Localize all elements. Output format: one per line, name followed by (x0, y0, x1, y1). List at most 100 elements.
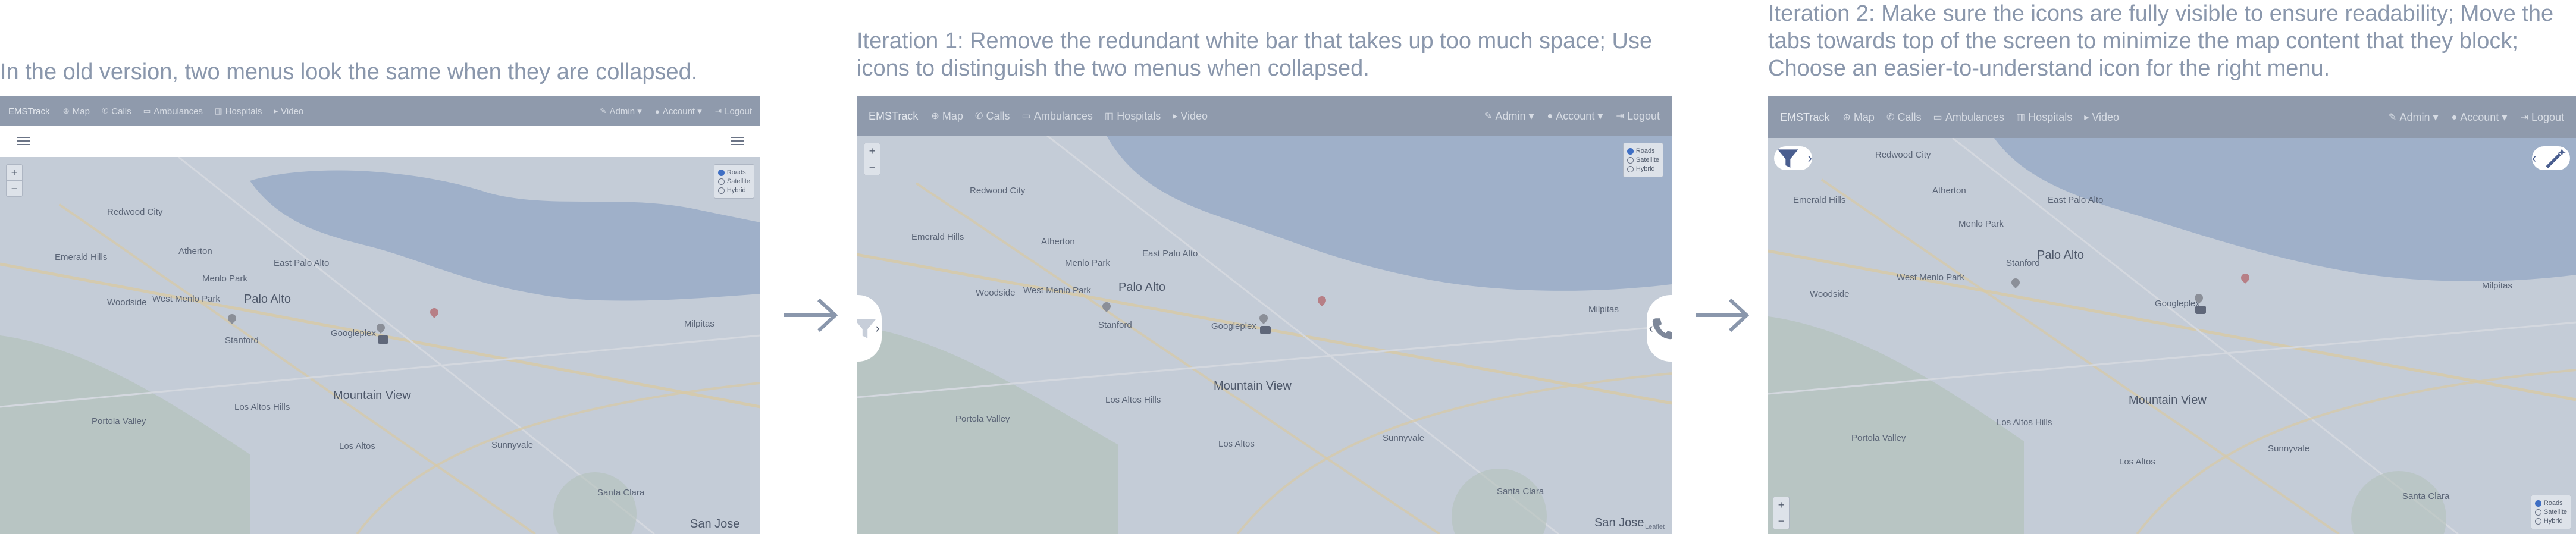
layer-option-roads[interactable]: Roads (2534, 500, 2567, 507)
ambulance-icon: ▭ (1933, 112, 1942, 123)
right-menu-tab[interactable]: ‹ (2532, 146, 2570, 170)
nav-calls[interactable]: ✆ Calls (102, 106, 131, 117)
nav-hospitals[interactable]: ▥ Hospitals (1105, 110, 1161, 123)
nav-ambulances[interactable]: ▭ Ambulances (1022, 110, 1093, 123)
map-label: Palo Alto (2037, 249, 2084, 262)
caption-iteration-1: Iteration 1: Remove the redundant white … (857, 29, 1653, 81)
map[interactable]: › ‹ + − Roads Satellite Hybrid Redwood C… (1768, 138, 2576, 534)
map-label: Stanford (2006, 258, 2040, 268)
brand-logo[interactable]: EMSTrack (8, 106, 49, 117)
nav-account[interactable]: ● Account ▾ (1547, 110, 1603, 123)
map-label: Emerald Hills (55, 252, 108, 262)
globe-icon: ⊕ (1842, 112, 1851, 123)
logout-icon: ⇥ (714, 106, 722, 115)
map-label: Los Altos (1218, 439, 1255, 449)
map-label: Mountain View (333, 389, 411, 402)
nav-map[interactable]: ⊕ Map (62, 106, 90, 117)
nav-video[interactable]: ▸ Video (2084, 111, 2119, 124)
phone-icon (1652, 318, 1672, 340)
nav-hospitals[interactable]: ▥ Hospitals (215, 106, 262, 117)
nav-logout[interactable]: ⇥ Logout (715, 106, 752, 117)
nav-logout[interactable]: ⇥ Logout (1616, 110, 1660, 123)
nav-calls[interactable]: ✆ Calls (975, 110, 1010, 123)
radio-icon (717, 187, 725, 194)
video-icon: ▸ (274, 106, 278, 115)
zoom-control[interactable]: + − (1773, 497, 1790, 529)
map-label: Redwood City (970, 186, 1026, 196)
layer-option-roads[interactable]: Roads (1627, 147, 1659, 155)
zoom-out-button[interactable]: − (1773, 513, 1789, 529)
zoom-out-button[interactable]: − (864, 159, 880, 175)
brand-logo[interactable]: EMSTrack (869, 110, 918, 123)
map-label: Santa Clara (2402, 491, 2450, 501)
ambulance-marker-icon[interactable] (1260, 326, 1271, 334)
ambulance-marker-icon[interactable] (2195, 306, 2206, 314)
radio-icon (2534, 500, 2541, 507)
video-icon: ▸ (2084, 112, 2089, 123)
brand-logo[interactable]: EMSTrack (1780, 111, 1829, 124)
map-label: Mountain View (2129, 394, 2207, 407)
nav-ambulances[interactable]: ▭ Ambulances (143, 106, 203, 117)
zoom-in-button[interactable]: + (864, 143, 880, 159)
nav-account[interactable]: ● Account ▾ (655, 106, 702, 117)
ambulance-icon: ▭ (1021, 111, 1031, 121)
layer-selector[interactable]: Roads Satellite Hybrid (1622, 143, 1663, 177)
map-label: East Palo Alto (1142, 249, 1198, 259)
map-label: Milpitas (2482, 281, 2512, 291)
map-label: Sunnyvale (491, 440, 534, 450)
nav-logout[interactable]: ⇥ Logout (2520, 111, 2564, 124)
layer-option-satellite[interactable]: Satellite (1627, 156, 1659, 164)
chevron-left-icon: ‹ (2532, 150, 2537, 165)
map-label: Palo Alto (1118, 281, 1165, 294)
layer-option-hybrid[interactable]: Hybrid (717, 187, 750, 194)
nav-video[interactable]: ▸ Video (1173, 110, 1208, 123)
video-icon: ▸ (1173, 111, 1178, 121)
wrench-icon: ✎ (1484, 111, 1493, 121)
nav-calls[interactable]: ✆ Calls (1886, 111, 1922, 124)
map[interactable]: + − Roads Satellite Hybrid Redwood City … (857, 136, 1672, 534)
map-label: Los Altos Hills (1997, 418, 2052, 428)
nav-admin[interactable]: ✎ Admin ▾ (600, 106, 642, 117)
globe-icon: ⊕ (931, 111, 939, 121)
map-label: Los Altos (2119, 457, 2155, 467)
map-label: West Menlo Park (1023, 285, 1091, 296)
nav-account[interactable]: ● Account ▾ (2452, 111, 2508, 124)
nav-ambulances[interactable]: ▭ Ambulances (1933, 111, 2004, 124)
map-label: Sunnyvale (2268, 444, 2310, 454)
zoom-control[interactable]: + − (6, 164, 23, 197)
nav-video[interactable]: ▸ Video (274, 106, 303, 117)
map-attribution[interactable]: Leaflet (1645, 523, 1665, 531)
zoom-in-button[interactable]: + (7, 165, 22, 181)
nav-admin[interactable]: ✎ Admin ▾ (1484, 110, 1534, 123)
phone-icon: ✆ (101, 106, 109, 115)
nav-map[interactable]: ⊕ Map (931, 110, 963, 123)
radio-icon (717, 178, 725, 185)
nav-map[interactable]: ⊕ Map (1842, 111, 1875, 124)
zoom-in-button[interactable]: + (1773, 497, 1789, 513)
map-label: Santa Clara (1497, 486, 1544, 497)
left-menu-tab[interactable]: › (1774, 146, 1812, 170)
chevron-right-icon: › (1807, 150, 1812, 165)
map-label: Menlo Park (202, 274, 247, 284)
layer-option-satellite[interactable]: Satellite (717, 178, 750, 185)
nav-hospitals[interactable]: ▥ Hospitals (2016, 111, 2072, 124)
navbar: EMSTrack ⊕ Map ✆ Calls ▭ Ambulances ▥ Hospit… (1768, 96, 2576, 138)
right-menu-tab[interactable]: ‹ (1647, 295, 1672, 362)
layer-option-hybrid[interactable]: Hybrid (2534, 517, 2567, 525)
ambulance-marker-icon[interactable] (378, 335, 388, 344)
map[interactable]: + − Roads Satellite Hybrid Redwood City … (0, 157, 760, 534)
layer-option-roads[interactable]: Roads (717, 169, 750, 176)
layer-option-satellite[interactable]: Satellite (2534, 509, 2567, 516)
left-menu-hamburger-icon[interactable] (17, 134, 30, 147)
layer-selector[interactable]: Roads Satellite Hybrid (713, 164, 754, 199)
map-label: Mountain View (1214, 379, 1292, 393)
map-label: San Jose (1594, 516, 1644, 529)
layer-selector[interactable]: Roads Satellite Hybrid (2530, 495, 2571, 529)
map-label: San Jose (690, 517, 740, 531)
nav-admin[interactable]: ✎ Admin ▾ (2389, 111, 2439, 124)
zoom-out-button[interactable]: − (7, 181, 22, 196)
screenshot-iteration-1: EMSTrack ⊕ Map ✆ Calls ▭ Ambulances ▥ Hospit… (857, 96, 1672, 534)
zoom-control[interactable]: + − (864, 143, 880, 175)
layer-option-hybrid[interactable]: Hybrid (1627, 165, 1659, 172)
right-menu-hamburger-icon[interactable] (731, 134, 744, 147)
